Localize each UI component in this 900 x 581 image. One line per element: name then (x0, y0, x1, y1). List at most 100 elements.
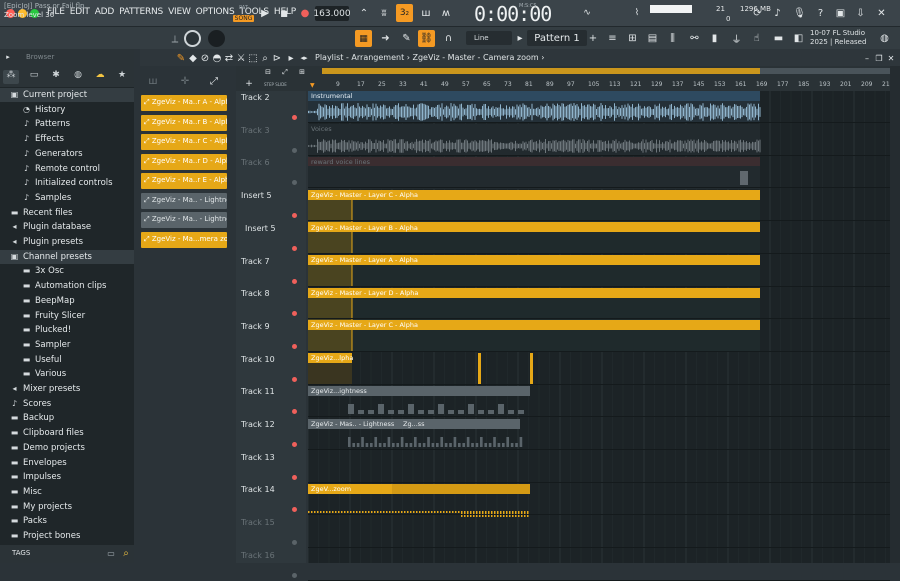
track-lane[interactable] (308, 483, 890, 516)
world-icon[interactable]: ◍ (70, 70, 86, 84)
track-mute-toggle[interactable] (292, 474, 297, 480)
browser-item[interactable]: ♪ Patterns (0, 117, 134, 131)
help-icon[interactable]: ? (813, 5, 828, 21)
tempo-display[interactable]: 163.000 (313, 6, 351, 21)
browser-item[interactable]: ♪ Samples (0, 191, 134, 205)
master-pitch-icon[interactable]: ⟂ (170, 32, 180, 46)
clip-source-item[interactable]: ⤢ ZgeViz - Ma..r A - Alpha (141, 95, 227, 111)
track-name[interactable]: Track 15 (241, 518, 275, 527)
browser-item[interactable]: ▬ Packs (0, 514, 134, 528)
track-name[interactable]: Track 16 (241, 551, 275, 560)
typing-keyboard-icon[interactable]: ▦ (355, 30, 372, 47)
plugin-filter-icon[interactable]: ✱ (48, 70, 64, 84)
fl-news[interactable]: 10-07 FL Studio 2025 | Released (810, 29, 866, 47)
track-lane[interactable] (308, 549, 890, 581)
search-icon[interactable]: ⌕ (120, 546, 132, 560)
track-name[interactable]: Insert 5 (241, 191, 272, 200)
track-lane[interactable] (308, 255, 890, 287)
download-icon[interactable]: ⇩ (853, 5, 868, 21)
pat-song-toggle[interactable]: PAT SONG (232, 5, 255, 23)
browser-item[interactable]: ♪ Scores (0, 397, 134, 411)
menu-patterns[interactable]: PATTERNS (119, 7, 163, 17)
track-lane[interactable] (308, 353, 890, 385)
arrow-icon[interactable]: ➜ (377, 30, 394, 47)
cpu-monitor[interactable]: 21 1296 MB 0 (650, 3, 771, 23)
slip-tool-icon[interactable]: ⇄ (224, 52, 234, 64)
clip-source-item[interactable]: ⤢ ZgeViz - Ma..r E - Alpha (141, 173, 227, 189)
browser-item[interactable]: ◂ Plugin database (0, 220, 134, 234)
browser-item[interactable]: ▬ Demo projects (0, 441, 134, 455)
clip-source-item[interactable]: ⤢ ZgeViz - Ma.. - Lightness (141, 192, 227, 209)
track-lane[interactable] (308, 156, 890, 189)
browser-item[interactable]: ◂ Plugin presets (0, 235, 134, 249)
track-mute-toggle[interactable] (292, 278, 297, 284)
track-lane[interactable] (308, 287, 890, 320)
track-name[interactable]: Track 2 (241, 93, 270, 102)
tool-menu-icon[interactable]: ▸ (286, 52, 296, 64)
time-display[interactable]: 0:00:00 (474, 2, 552, 26)
track-name[interactable]: Track 8 (241, 289, 270, 298)
add-pattern-icon[interactable]: + (588, 31, 598, 45)
split-icon[interactable]: ✛ (177, 74, 193, 88)
loop-record-icon[interactable]: ʍ (438, 5, 454, 21)
track-lane[interactable] (308, 91, 890, 123)
browser-item[interactable]: ▬ Various (0, 367, 134, 381)
metronome-icon[interactable]: ⌃ (356, 5, 372, 21)
track-lane[interactable] (308, 451, 890, 483)
scroll-arrows-icon[interactable]: ◂▸ (298, 52, 310, 64)
delete-tool-icon[interactable]: ⊘ (200, 52, 210, 64)
browser-item[interactable]: ▬ Envelopes (0, 456, 134, 470)
wait-input-icon[interactable]: ʬ (376, 5, 392, 21)
track-lane[interactable] (308, 222, 890, 254)
menu-add[interactable]: ADD (95, 7, 115, 17)
zoom-out-icon[interactable]: ⊟ (262, 67, 274, 77)
mute-tool-icon[interactable]: ◓ (212, 52, 222, 64)
add-track-icon[interactable]: + (243, 79, 255, 89)
track-lane[interactable] (308, 320, 890, 352)
plugin-picker-icon[interactable]: ⚯ (686, 30, 703, 47)
track-lane[interactable] (308, 516, 890, 549)
clip-source-item[interactable]: ⤢ ZgeViz - Ma...mera zoom (141, 231, 227, 248)
star-icon[interactable]: ★ (114, 70, 130, 84)
play-icon[interactable]: ▶ (258, 6, 272, 21)
mix-icon[interactable]: ш (145, 74, 161, 88)
stop-icon[interactable]: ■ (277, 6, 291, 21)
track-mute-toggle[interactable] (292, 343, 297, 349)
all-icon[interactable]: ⁂ (3, 70, 19, 84)
playlist-icon[interactable]: ≡ (604, 30, 621, 47)
record-icon[interactable]: ● (298, 6, 312, 21)
midi-icon[interactable]: ♪ (770, 5, 785, 21)
slice-tool-icon[interactable]: ⚔ (236, 52, 246, 64)
track-name[interactable]: Track 11 (241, 387, 275, 396)
browser-item[interactable]: ▣ Channel presets (0, 249, 134, 264)
browser-item[interactable]: ▬ Misc (0, 485, 134, 499)
track-name[interactable]: Track 14 (241, 485, 275, 494)
track-name[interactable]: Track 7 (241, 257, 270, 266)
browser-item[interactable]: ◔ History (0, 103, 134, 117)
snap-selector[interactable]: Line (466, 31, 512, 45)
browser-menu-icon[interactable]: ▸ (4, 52, 12, 62)
tempo-tapper-icon[interactable]: ☝ (748, 30, 765, 47)
clip-source-item[interactable]: ⤢ ZgeViz - Ma..r C - Alpha (141, 134, 227, 150)
browser-item[interactable]: ▬ Backup (0, 411, 134, 425)
browser-item[interactable]: ▬ Plucked! (0, 323, 134, 337)
track-name[interactable]: Track 6 (241, 158, 270, 167)
browser-item[interactable]: ▬ Clipboard files (0, 426, 134, 440)
browser-item[interactable]: ♪ Effects (0, 132, 134, 146)
track-name[interactable]: Insert 5 (245, 224, 276, 233)
piano-roll-icon[interactable]: ⊞ (624, 30, 641, 47)
browser-item[interactable]: ♪ Initialized controls (0, 176, 134, 190)
cloud-icon[interactable]: ☁ (92, 70, 108, 84)
menu-view[interactable]: VIEW (168, 7, 191, 17)
track-lane[interactable] (308, 418, 890, 450)
browser-item[interactable]: ▬ My projects (0, 500, 134, 514)
news-icon[interactable]: ◧ (790, 30, 807, 47)
pattern-prev-icon[interactable]: ▸ (515, 31, 525, 45)
track-name[interactable]: Track 13 (241, 453, 275, 462)
reset-icon[interactable]: ⟳ (750, 5, 765, 21)
track-lane[interactable] (308, 385, 890, 418)
maximize-playlist-icon[interactable]: ❐ (874, 52, 884, 64)
globe-icon[interactable]: ◍ (876, 30, 893, 47)
track-mute-toggle[interactable] (292, 115, 297, 120)
pencil-icon[interactable]: ✎ (398, 30, 415, 47)
